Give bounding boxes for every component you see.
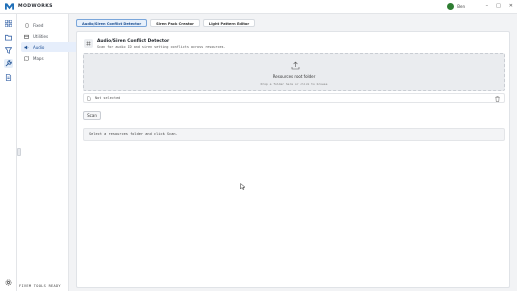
map-icon — [24, 55, 29, 61]
sub-navigation: Fixed Utilities Audio Maps — [17, 14, 83, 291]
m-logo-icon — [5, 3, 14, 10]
selected-folder-name: Not selected — [95, 96, 121, 100]
icon-rail — [0, 14, 17, 291]
maximize-icon[interactable]: □ — [496, 4, 501, 9]
dropzone-hint: Drop a folder here or click to browse — [260, 82, 328, 86]
scan-button[interactable]: Scan — [83, 111, 101, 120]
subnav-item-label: Utilities — [33, 33, 49, 39]
title-bar: MODWORKS Ben – □ ✕ — [0, 0, 517, 14]
user-name: Ben — [457, 4, 465, 9]
tool-tabs: Audio/Siren Conflict Detector Siren Pack… — [76, 19, 256, 27]
detector-panel: Audio/Siren Conflict Detector Scan for a… — [76, 31, 510, 288]
scan-output: Select a resources folder and click Scan… — [83, 128, 505, 141]
file-icon — [87, 96, 92, 101]
minimize-icon[interactable]: – — [486, 4, 489, 9]
speaker-icon — [24, 45, 29, 50]
grid-icon[interactable] — [4, 19, 13, 28]
document-icon[interactable] — [4, 73, 13, 82]
folder-icon[interactable] — [4, 33, 13, 42]
status-text: FIVEM TOOLS READY — [19, 284, 61, 288]
tab-audio-siren-conflict-detector[interactable]: Audio/Siren Conflict Detector — [76, 19, 148, 27]
avatar — [447, 3, 455, 10]
selected-folder-row: Not selected — [83, 93, 505, 103]
subnav-item-label: Audio — [33, 44, 45, 50]
window-controls: – □ ✕ — [486, 4, 513, 9]
subnav-item-label: Fixed — [33, 22, 44, 28]
detector-header: Audio/Siren Conflict Detector Scan for a… — [84, 39, 226, 49]
box-icon — [24, 34, 29, 39]
folder-dropzone[interactable]: Resources root folder Drop a folder here… — [83, 53, 505, 91]
trash-icon[interactable] — [495, 96, 500, 102]
sidebar-collapse-handle[interactable] — [17, 148, 21, 156]
dropzone-title: Resources root folder — [272, 74, 316, 79]
gear-icon[interactable] — [4, 278, 13, 287]
hash-icon — [84, 39, 93, 48]
upload-icon — [291, 61, 300, 70]
phone-icon — [24, 22, 29, 28]
tab-siren-pack-creator[interactable]: Siren Pack Creator — [150, 19, 200, 27]
main-content: Audio/Siren Conflict Detector Siren Pack… — [69, 14, 515, 291]
user-menu[interactable]: Ben — [447, 3, 465, 10]
tab-light-pattern-editor[interactable]: Light Pattern Editor — [202, 19, 256, 27]
funnel-icon[interactable] — [4, 46, 13, 55]
detector-subtitle: Scan for audio ID and siren setting conf… — [97, 45, 226, 49]
app-name: MODWORKS — [18, 4, 53, 9]
close-icon[interactable]: ✕ — [509, 4, 513, 9]
wrench-icon[interactable] — [4, 59, 13, 68]
subnav-item-label: Maps — [33, 55, 44, 61]
detector-title: Audio/Siren Conflict Detector — [97, 39, 170, 44]
text-cursor-icon — [240, 183, 246, 190]
